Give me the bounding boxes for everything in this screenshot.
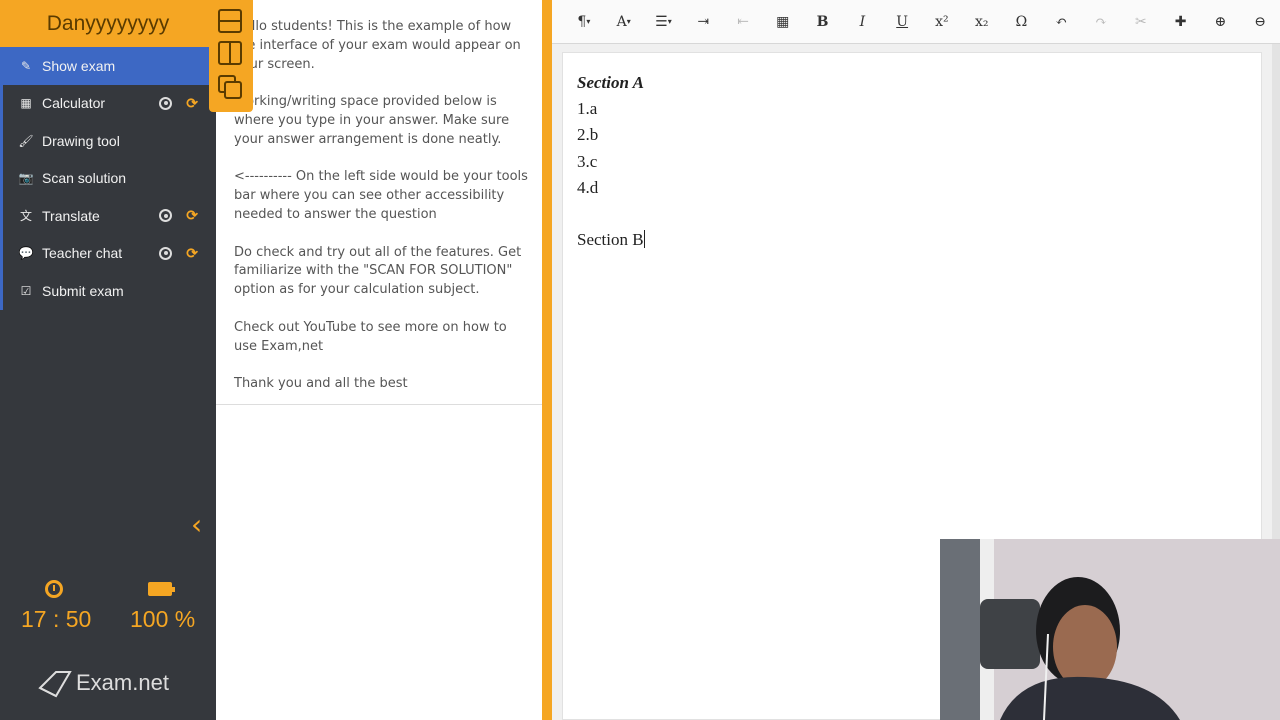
layout-picker <box>209 0 253 112</box>
sidebar-item-label: Scan solution <box>42 170 127 187</box>
pane-divider[interactable] <box>542 0 552 720</box>
logo-text: Exam.net <box>76 670 169 695</box>
student-name: Danyyyyyyyy <box>0 0 216 47</box>
font-icon: A <box>616 13 627 30</box>
editor-line: 4.d <box>577 177 599 197</box>
instruction-paragraph: Check out YouTube to see more on how to … <box>234 319 507 354</box>
logo: Exam.net <box>38 668 169 698</box>
sidebar-item-label: Translate <box>42 207 100 224</box>
edit-icon: ✎ <box>20 58 32 73</box>
sidebar-item-show-exam[interactable]: ✎ Show exam <box>0 47 216 85</box>
redo-button[interactable]: ↷ <box>1081 7 1121 37</box>
italic-button[interactable]: I <box>842 7 882 37</box>
editor-line-current: Section B <box>577 227 1261 253</box>
webcam-overlay <box>940 539 1280 720</box>
sidebar-item-label: Teacher chat <box>42 245 123 262</box>
sidebar-item-calculator[interactable]: ▦ Calculator ⟳ <box>0 84 216 122</box>
sidebar: Danyyyyyyyy ✎ Show exam ▦ Calculator ⟳ 🖌… <box>0 0 216 720</box>
redo-icon: ↷ <box>1095 13 1107 30</box>
editor-line: 2.b <box>577 125 599 145</box>
timer-value: 17 : 50 <box>21 606 92 632</box>
instruction-paragraph: Do check and try out all of the features… <box>234 244 522 298</box>
instructions-panel: Hello students! This is the example of h… <box>216 0 542 720</box>
zoom-out-button[interactable]: ⊖ <box>1240 7 1280 37</box>
editor-line: 3.c <box>577 151 598 171</box>
zoom-in-icon: ⊕ <box>1214 13 1227 30</box>
chat-icon: 💬 <box>18 246 34 261</box>
table-button[interactable]: ▦ <box>763 7 803 37</box>
editor-line-text: Section B <box>577 230 644 250</box>
table-icon: ▦ <box>776 13 790 30</box>
cut-button[interactable]: ✂ <box>1121 7 1161 37</box>
open-icon[interactable] <box>159 209 173 223</box>
sidebar-item-teacher-chat[interactable]: 💬 Teacher chat ⟳ <box>0 234 216 272</box>
align-button[interactable]: ☰ ▾ <box>644 7 684 37</box>
instructions-text: Hello students! This is the example of h… <box>216 0 542 405</box>
refresh-icon[interactable]: ⟳ <box>186 246 198 260</box>
camera-icon: 📷 <box>18 171 34 186</box>
open-icon[interactable] <box>159 96 173 110</box>
sidebar-item-label: Submit exam <box>42 282 124 299</box>
subscript-button[interactable]: x₂ <box>962 7 1002 37</box>
editor-toolbar: ¶ ▾ A ▾ ☰ ▾ ⇥ ⇤ ▦ B I U x² x₂ Ω ↶ ↷ ✂ ✚ ⊕ ⊖ <box>552 0 1280 44</box>
indent-icon: ⇥ <box>697 13 710 30</box>
bold-button[interactable]: B <box>803 7 843 37</box>
editor-line: 1.a <box>577 99 598 119</box>
paragraph-format-button[interactable]: ¶ ▾ <box>564 7 604 37</box>
text-caret <box>643 230 645 249</box>
paragraph-icon: ¶ <box>577 13 587 30</box>
sidebar-item-drawing-tool[interactable]: 🖌 Drawing tool <box>0 122 216 160</box>
horizontal-split-icon[interactable] <box>217 8 243 34</box>
checkbox-icon: ☑ <box>20 283 32 298</box>
outdent-button[interactable]: ⇤ <box>723 7 763 37</box>
item-controls: ⟳ <box>159 246 198 260</box>
battery-value: 100 % <box>130 606 196 632</box>
exam-net-logo-icon <box>38 671 72 698</box>
instruction-paragraph: Hello students! This is the example of h… <box>234 19 521 72</box>
superscript-button[interactable]: x² <box>922 7 962 37</box>
open-icon[interactable] <box>159 246 173 260</box>
outdent-icon: ⇤ <box>737 13 749 30</box>
refresh-icon[interactable]: ⟳ <box>186 96 198 110</box>
align-left-icon: ☰ <box>655 13 668 30</box>
sidebar-item-scan-solution[interactable]: 📷 Scan solution <box>0 159 216 197</box>
instruction-paragraph: Thank you and all the best <box>234 376 408 392</box>
instruction-paragraph: Working/writing space provided below is … <box>234 94 510 147</box>
sidebar-item-submit-exam[interactable]: ☑ Submit exam <box>0 272 216 310</box>
clock-icon <box>45 580 63 598</box>
instruction-paragraph: <---------- On the left side would be yo… <box>234 169 528 222</box>
puzzle-icon: ✚ <box>1174 13 1187 30</box>
zoom-in-button[interactable]: ⊕ <box>1201 7 1241 37</box>
item-controls: ⟳ <box>159 208 198 223</box>
undo-icon: ↶ <box>1055 13 1068 30</box>
calculator-icon: ▦ <box>20 96 32 111</box>
sidebar-item-label: Drawing tool <box>42 132 120 149</box>
refresh-icon[interactable]: ⟳ <box>186 208 198 222</box>
special-characters-button[interactable]: Ω <box>1002 7 1042 37</box>
plugin-button[interactable]: ✚ <box>1161 7 1201 37</box>
editor-line: Section A <box>577 73 644 92</box>
sidebar-item-label: Calculator <box>42 95 106 112</box>
sidebar-item-translate[interactable]: 文 Translate ⟳ <box>0 197 216 235</box>
zoom-out-icon: ⊖ <box>1254 13 1267 30</box>
scissors-icon: ✂ <box>1134 13 1147 30</box>
font-format-button[interactable]: A ▾ <box>604 7 644 37</box>
vertical-split-icon[interactable] <box>217 40 243 66</box>
sidebar-item-label: Show exam <box>42 57 116 74</box>
brush-icon: 🖌 <box>18 133 34 148</box>
chevron-left-icon[interactable]: ‹ <box>191 508 202 541</box>
indent-button[interactable]: ⇥ <box>683 7 723 37</box>
item-controls: ⟳ <box>159 96 198 110</box>
undo-button[interactable]: ↶ <box>1041 7 1081 37</box>
overlap-windows-icon[interactable] <box>217 74 243 100</box>
webcam-image <box>940 539 1280 720</box>
battery-icon <box>148 582 175 596</box>
translate-icon: 文 <box>19 209 32 224</box>
underline-button[interactable]: U <box>882 7 922 37</box>
